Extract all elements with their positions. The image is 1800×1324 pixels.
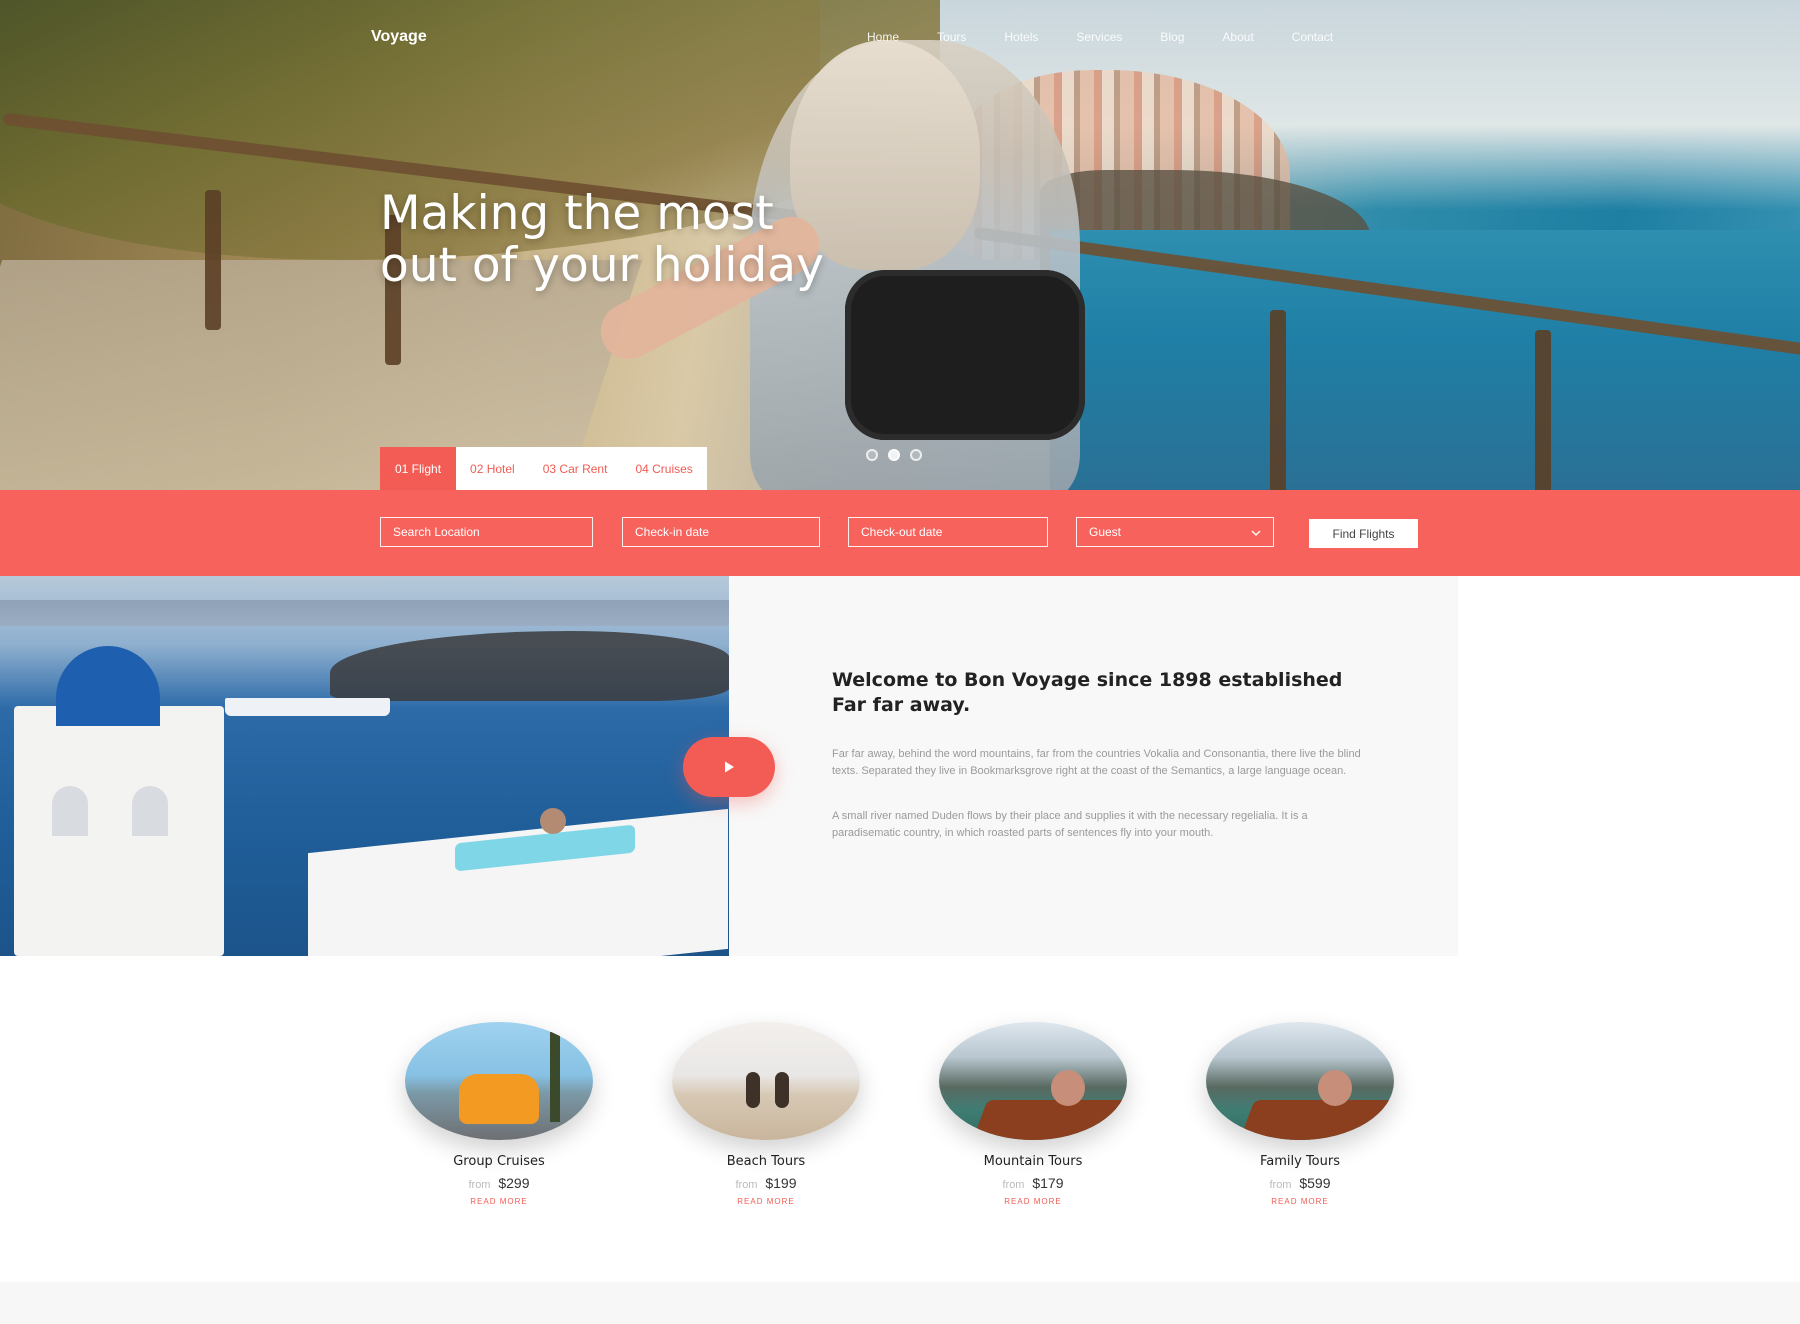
read-more-link[interactable]: READ MORE [404, 1197, 594, 1206]
fence-post [1535, 330, 1551, 490]
tour-price-value: $199 [765, 1175, 797, 1191]
tour-price: from $199 [671, 1175, 861, 1191]
swimmer [540, 808, 566, 834]
beach-person [775, 1072, 789, 1108]
tour-card-mountain-tours[interactable]: Mountain Tours from $179 READ MORE [938, 1022, 1128, 1206]
read-more-link[interactable]: READ MORE [671, 1197, 861, 1206]
tab-car-rent[interactable]: 03 Car Rent [528, 447, 622, 490]
tour-name[interactable]: Group Cruises [404, 1154, 594, 1169]
bell-arch [52, 786, 88, 836]
nav-link-tours[interactable]: Tours [937, 30, 966, 44]
nav-link-hotels[interactable]: Hotels [1004, 30, 1038, 44]
boat-image [970, 1100, 1127, 1140]
find-flights-button[interactable]: Find Flights [1309, 519, 1418, 548]
chevron-down-icon [1251, 525, 1261, 539]
read-more-link[interactable]: READ MORE [1205, 1197, 1395, 1206]
hero-sea [1050, 230, 1800, 490]
tour-card-family-tours[interactable]: Family Tours from $599 READ MORE [1205, 1022, 1395, 1206]
white-terrace [308, 808, 728, 956]
nav-link-services[interactable]: Services [1076, 30, 1122, 44]
tour-image-mountain-tours[interactable] [939, 1022, 1127, 1140]
tour-price-value: $599 [1299, 1175, 1331, 1191]
brand-logo[interactable]: Voyage [371, 28, 427, 46]
search-location-input[interactable]: Search Location [380, 517, 593, 547]
guest-select[interactable]: Guest [1076, 517, 1274, 547]
boat-passenger [1051, 1070, 1085, 1106]
tour-price-from: from [735, 1179, 758, 1191]
booking-search-bar: Search Location Check-in date Check-out … [0, 490, 1800, 576]
tour-price-value: $299 [498, 1175, 530, 1191]
fence-post [205, 190, 221, 330]
nav-link-contact[interactable]: Contact [1292, 30, 1333, 44]
tour-name[interactable]: Beach Tours [671, 1154, 861, 1169]
beach-person [746, 1072, 760, 1108]
play-icon [722, 760, 736, 774]
booking-tabs: 01 Flight 02 Hotel 03 Car Rent 04 Cruise… [380, 447, 707, 490]
distant-coast [0, 600, 729, 626]
checkin-date-input[interactable]: Check-in date [622, 517, 820, 547]
blue-dome [56, 646, 160, 726]
tour-price: from $299 [404, 1175, 594, 1191]
bell-arch [132, 786, 168, 836]
top-nav: Voyage Home Tours Hotels Services Blog A… [0, 28, 1800, 54]
nav-link-blog[interactable]: Blog [1160, 30, 1184, 44]
tab-hotel[interactable]: 02 Hotel [456, 447, 529, 490]
footer-band [0, 1282, 1800, 1324]
van-image [459, 1074, 539, 1124]
tab-flight[interactable]: 01 Flight [380, 447, 457, 490]
nav-links: Home Tours Hotels Services Blog About Co… [867, 30, 1333, 44]
tour-price-from: from [1002, 1179, 1025, 1191]
palm-image [550, 1032, 560, 1122]
tour-price-from: from [468, 1179, 491, 1191]
about-section: Welcome to Bon Voyage since 1898 establi… [0, 576, 1458, 956]
cruise-ship [225, 698, 390, 716]
hero-headline: Making the most out of your holiday [380, 188, 824, 292]
tour-image-beach-tours[interactable] [672, 1022, 860, 1140]
tour-price: from $599 [1205, 1175, 1395, 1191]
hero-headline-line1: Making the most [380, 186, 774, 241]
tour-name[interactable]: Family Tours [1205, 1154, 1395, 1169]
tour-price-from: from [1269, 1179, 1292, 1191]
read-more-link[interactable]: READ MORE [938, 1197, 1128, 1206]
about-paragraph-1: Far far away, behind the word mountains,… [832, 748, 1361, 777]
about-paragraph-2: A small river named Duden flows by their… [832, 810, 1308, 839]
fence-post [1270, 310, 1286, 490]
church-bell-tower [14, 706, 224, 956]
tour-price-value: $179 [1032, 1175, 1064, 1191]
checkout-date-input[interactable]: Check-out date [848, 517, 1048, 547]
tour-card-beach-tours[interactable]: Beach Tours from $199 READ MORE [671, 1022, 861, 1206]
backpack-image [845, 270, 1085, 440]
about-title: Welcome to Bon Voyage since 1898 establi… [832, 669, 1343, 716]
tour-image-group-cruises[interactable] [405, 1022, 593, 1140]
hero-headline-line2: out of your holiday [380, 238, 824, 293]
tab-cruises[interactable]: 04 Cruises [621, 447, 707, 490]
play-video-button[interactable] [683, 737, 775, 797]
hero: Voyage Home Tours Hotels Services Blog A… [0, 0, 1800, 490]
slider-dot[interactable] [910, 449, 922, 461]
slider-dots [866, 449, 922, 461]
nav-link-home[interactable]: Home [867, 30, 899, 44]
guest-select-label: Guest [1089, 525, 1122, 539]
tour-name[interactable]: Mountain Tours [938, 1154, 1128, 1169]
tour-image-family-tours[interactable] [1206, 1022, 1394, 1140]
boat-image [1237, 1100, 1394, 1140]
boat-passenger [1318, 1070, 1352, 1106]
slider-dot-active[interactable] [888, 449, 900, 461]
santorini-image [0, 576, 729, 956]
slider-dot[interactable] [866, 449, 878, 461]
island [330, 631, 729, 701]
nav-link-about[interactable]: About [1222, 30, 1253, 44]
tour-card-group-cruises[interactable]: Group Cruises from $299 READ MORE [404, 1022, 594, 1206]
tour-price: from $179 [938, 1175, 1128, 1191]
